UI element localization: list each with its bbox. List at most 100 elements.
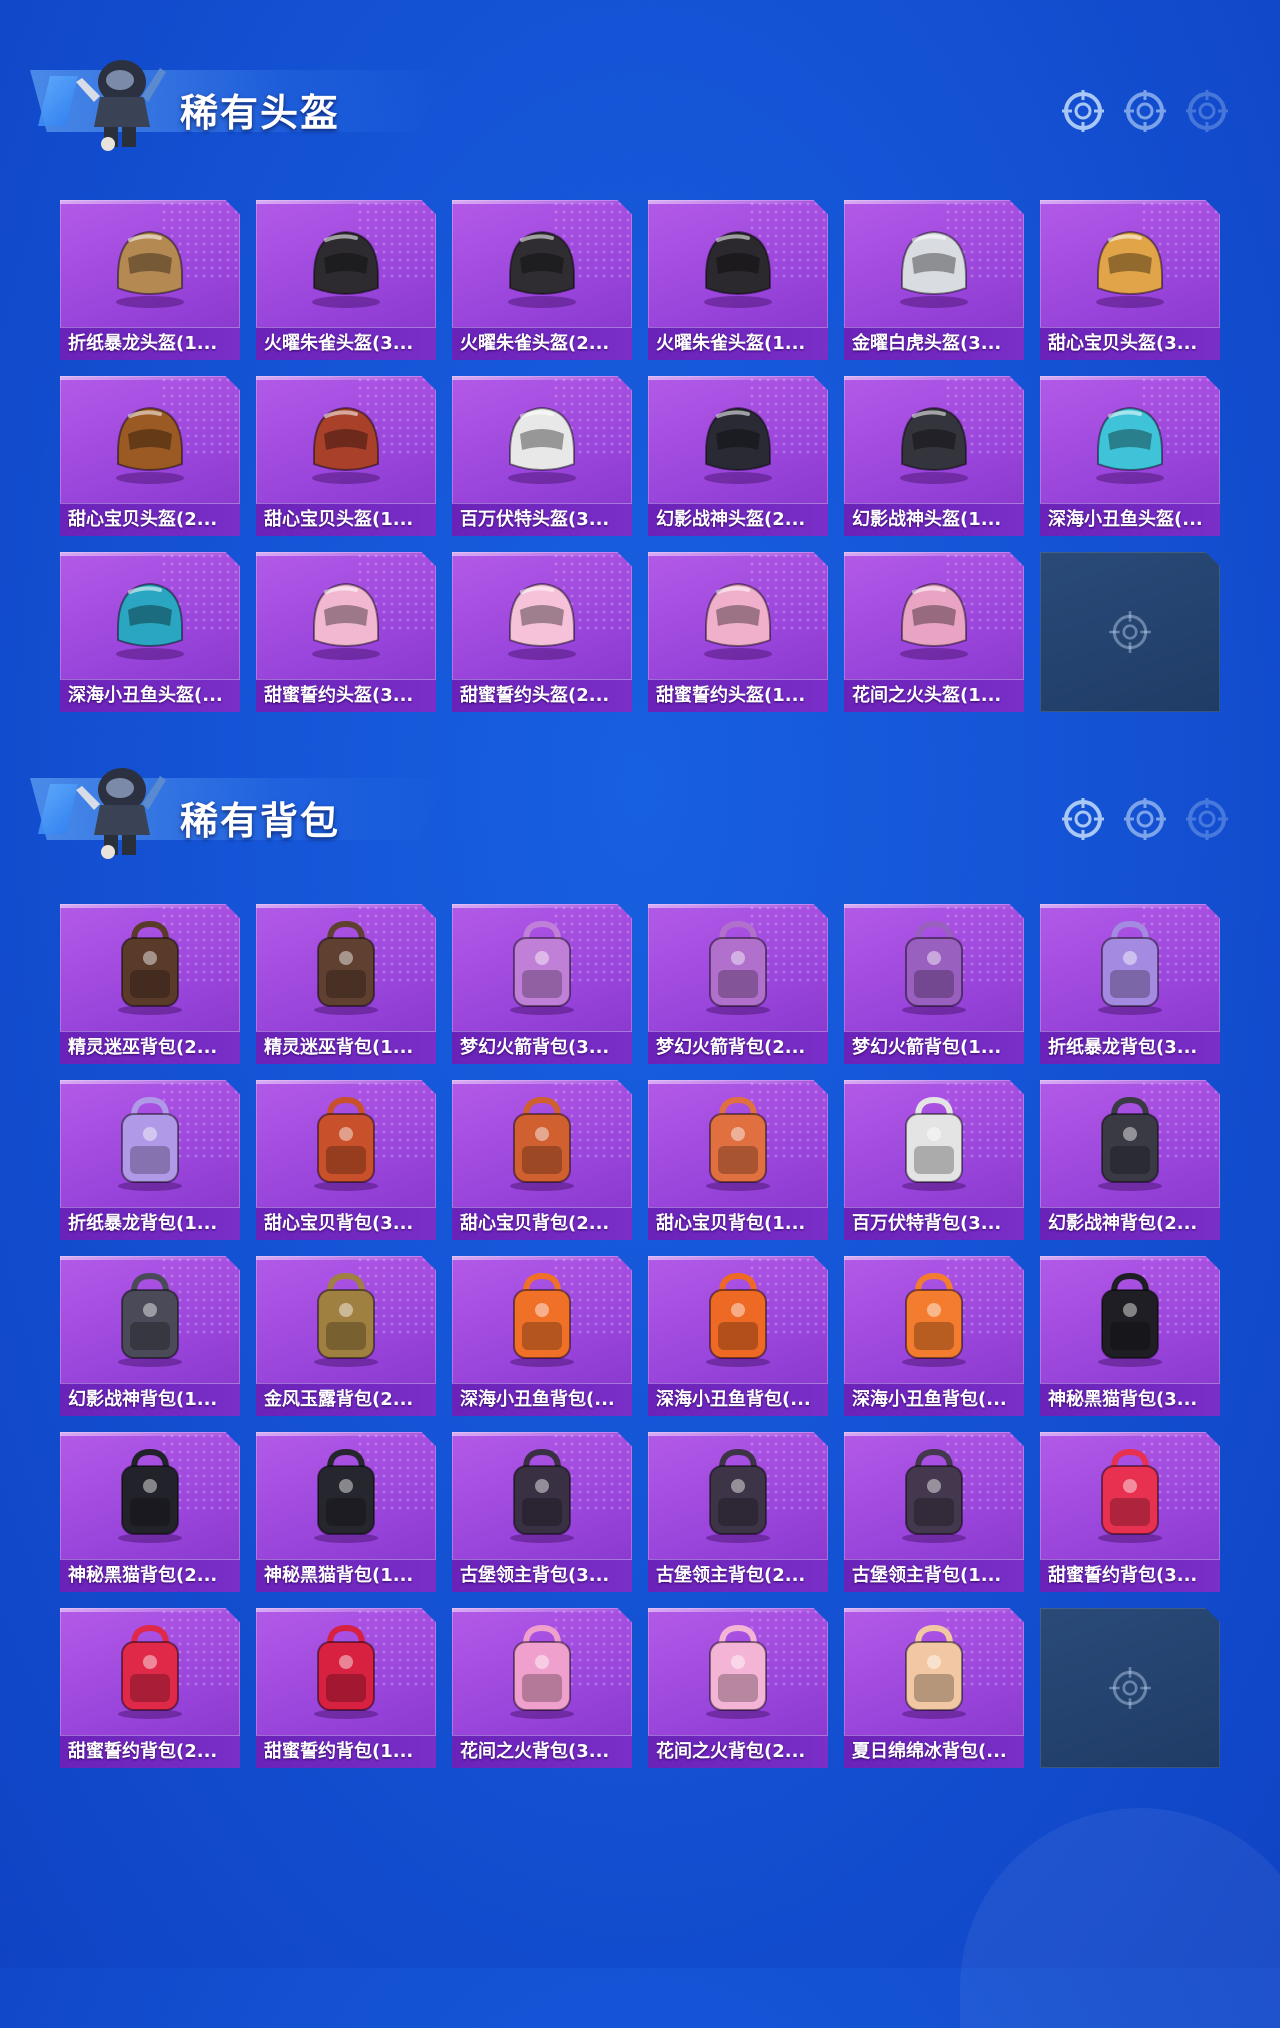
item-label: 花间之火背包(3...: [460, 1741, 610, 1762]
crosshair-icon: [1109, 1667, 1151, 1709]
item-card[interactable]: 百万伏特背包(3...: [844, 1080, 1024, 1240]
item-card[interactable]: 深海小丑鱼背包(...: [844, 1256, 1024, 1416]
backpack-icon: [1098, 1272, 1162, 1367]
helmet-icon: [508, 230, 576, 308]
item-card[interactable]: 古堡领主背包(2...: [648, 1432, 828, 1592]
backpack-icon: [902, 920, 966, 1015]
backpack-icon: [706, 1096, 770, 1191]
item-card[interactable]: 精灵迷巫背包(1...: [256, 904, 436, 1064]
item-card[interactable]: 甜蜜誓约背包(3...: [1040, 1432, 1220, 1592]
item-card[interactable]: 幻影战神背包(1...: [60, 1256, 240, 1416]
empty-slot: [1040, 1608, 1220, 1768]
item-card[interactable]: 深海小丑鱼背包(...: [648, 1256, 828, 1416]
item-label: 幻影战神头盔(2...: [656, 509, 806, 530]
item-card[interactable]: 甜心宝贝背包(1...: [648, 1080, 828, 1240]
item-label: 甜蜜誓约背包(1...: [264, 1741, 414, 1762]
item-card[interactable]: 花间之火背包(2...: [648, 1608, 828, 1768]
helmet-icon: [1096, 406, 1164, 484]
item-card[interactable]: 深海小丑鱼头盔(...: [1040, 376, 1220, 536]
backpack-icon: [314, 920, 378, 1015]
item-label: 深海小丑鱼背包(...: [852, 1389, 1007, 1410]
item-label: 精灵迷巫背包(2...: [68, 1037, 218, 1058]
item-label: 甜心宝贝背包(2...: [460, 1213, 610, 1234]
item-card[interactable]: 甜心宝贝背包(2...: [452, 1080, 632, 1240]
helmet-grid: 折纸暴龙头盔(1... 火曜朱雀头盔(3... 火曜朱雀头盔(2... 火曜朱雀头盔(…: [60, 200, 1220, 712]
backpack-icon: [314, 1448, 378, 1543]
item-card[interactable]: 甜蜜誓约头盔(1...: [648, 552, 828, 712]
helmet-icon: [1096, 230, 1164, 308]
item-card[interactable]: 深海小丑鱼头盔(...: [60, 552, 240, 712]
item-label: 金曜白虎头盔(3...: [852, 333, 1002, 354]
section-header: 稀有背包: [0, 748, 1280, 868]
item-label: 神秘黑猫背包(2...: [68, 1565, 218, 1586]
crosshair-icon: [1124, 90, 1166, 132]
item-card[interactable]: 梦幻火箭背包(1...: [844, 904, 1024, 1064]
skydiver-mascot-icon: [76, 768, 166, 859]
crosshair-icon: [1109, 611, 1151, 653]
item-card[interactable]: 幻影战神背包(2...: [1040, 1080, 1220, 1240]
item-label: 深海小丑鱼背包(...: [656, 1389, 811, 1410]
backpack-icon: [510, 1096, 574, 1191]
item-label: 精灵迷巫背包(1...: [264, 1037, 414, 1058]
item-card[interactable]: 折纸暴龙背包(3...: [1040, 904, 1220, 1064]
backpack-icon: [902, 1624, 966, 1719]
item-label: 百万伏特头盔(3...: [460, 509, 610, 530]
item-label: 甜蜜誓约背包(2...: [68, 1741, 218, 1762]
empty-slot: [1040, 552, 1220, 712]
item-card[interactable]: 神秘黑猫背包(3...: [1040, 1256, 1220, 1416]
item-label: 折纸暴龙头盔(1...: [68, 333, 218, 354]
item-card[interactable]: 深海小丑鱼背包(...: [452, 1256, 632, 1416]
item-card[interactable]: 神秘黑猫背包(2...: [60, 1432, 240, 1592]
backpack-icon: [118, 1096, 182, 1191]
item-card[interactable]: 夏日绵绵冰背包(...: [844, 1608, 1024, 1768]
backpack-icon: [1098, 1448, 1162, 1543]
item-card[interactable]: 甜蜜誓约背包(2...: [60, 1608, 240, 1768]
crosshair-decor: [1060, 88, 1230, 134]
helmet-icon: [900, 406, 968, 484]
item-label: 甜蜜誓约头盔(3...: [264, 685, 414, 706]
item-card[interactable]: 甜心宝贝背包(3...: [256, 1080, 436, 1240]
item-card[interactable]: 火曜朱雀头盔(3...: [256, 200, 436, 360]
item-card[interactable]: 金风玉露背包(2...: [256, 1256, 436, 1416]
backpack-icon: [118, 920, 182, 1015]
helmet-icon: [116, 230, 184, 308]
item-label: 甜心宝贝头盔(1...: [264, 509, 414, 530]
item-card[interactable]: 古堡领主背包(1...: [844, 1432, 1024, 1592]
item-card[interactable]: 幻影战神头盔(1...: [844, 376, 1024, 536]
item-label: 神秘黑猫背包(3...: [1048, 1389, 1198, 1410]
item-card[interactable]: 甜蜜誓约头盔(3...: [256, 552, 436, 712]
backpack-icon: [510, 1448, 574, 1543]
item-card[interactable]: 古堡领主背包(3...: [452, 1432, 632, 1592]
item-card[interactable]: 甜蜜誓约背包(1...: [256, 1608, 436, 1768]
item-card[interactable]: 火曜朱雀头盔(2...: [452, 200, 632, 360]
item-label: 甜蜜誓约背包(3...: [1048, 1565, 1198, 1586]
item-card[interactable]: 花间之火背包(3...: [452, 1608, 632, 1768]
item-card[interactable]: 梦幻火箭背包(2...: [648, 904, 828, 1064]
item-card[interactable]: 折纸暴龙背包(1...: [60, 1080, 240, 1240]
item-card[interactable]: 甜心宝贝头盔(2...: [60, 376, 240, 536]
helmet-icon: [116, 582, 184, 660]
item-label: 夏日绵绵冰背包(...: [852, 1741, 1007, 1762]
item-card[interactable]: 花间之火头盔(1...: [844, 552, 1024, 712]
backpack-icon: [706, 1448, 770, 1543]
item-card[interactable]: 金曜白虎头盔(3...: [844, 200, 1024, 360]
item-card[interactable]: 幻影战神头盔(2...: [648, 376, 828, 536]
item-label: 甜蜜誓约头盔(1...: [656, 685, 806, 706]
item-card[interactable]: 精灵迷巫背包(2...: [60, 904, 240, 1064]
item-card[interactable]: 甜蜜誓约头盔(2...: [452, 552, 632, 712]
item-card[interactable]: 折纸暴龙头盔(1...: [60, 200, 240, 360]
item-label: 甜心宝贝背包(1...: [656, 1213, 806, 1234]
backpack-icon: [706, 920, 770, 1015]
item-card[interactable]: 甜心宝贝头盔(3...: [1040, 200, 1220, 360]
item-card[interactable]: 百万伏特头盔(3...: [452, 376, 632, 536]
item-card[interactable]: 神秘黑猫背包(1...: [256, 1432, 436, 1592]
crosshair-icon: [1062, 90, 1104, 132]
item-label: 火曜朱雀头盔(3...: [264, 333, 414, 354]
item-card[interactable]: 火曜朱雀头盔(1...: [648, 200, 828, 360]
backpack-icon: [314, 1096, 378, 1191]
backpack-icon: [118, 1448, 182, 1543]
helmet-icon: [312, 230, 380, 308]
item-card[interactable]: 甜心宝贝头盔(1...: [256, 376, 436, 536]
item-card[interactable]: 梦幻火箭背包(3...: [452, 904, 632, 1064]
parachute-watermark: [960, 1808, 1280, 2028]
